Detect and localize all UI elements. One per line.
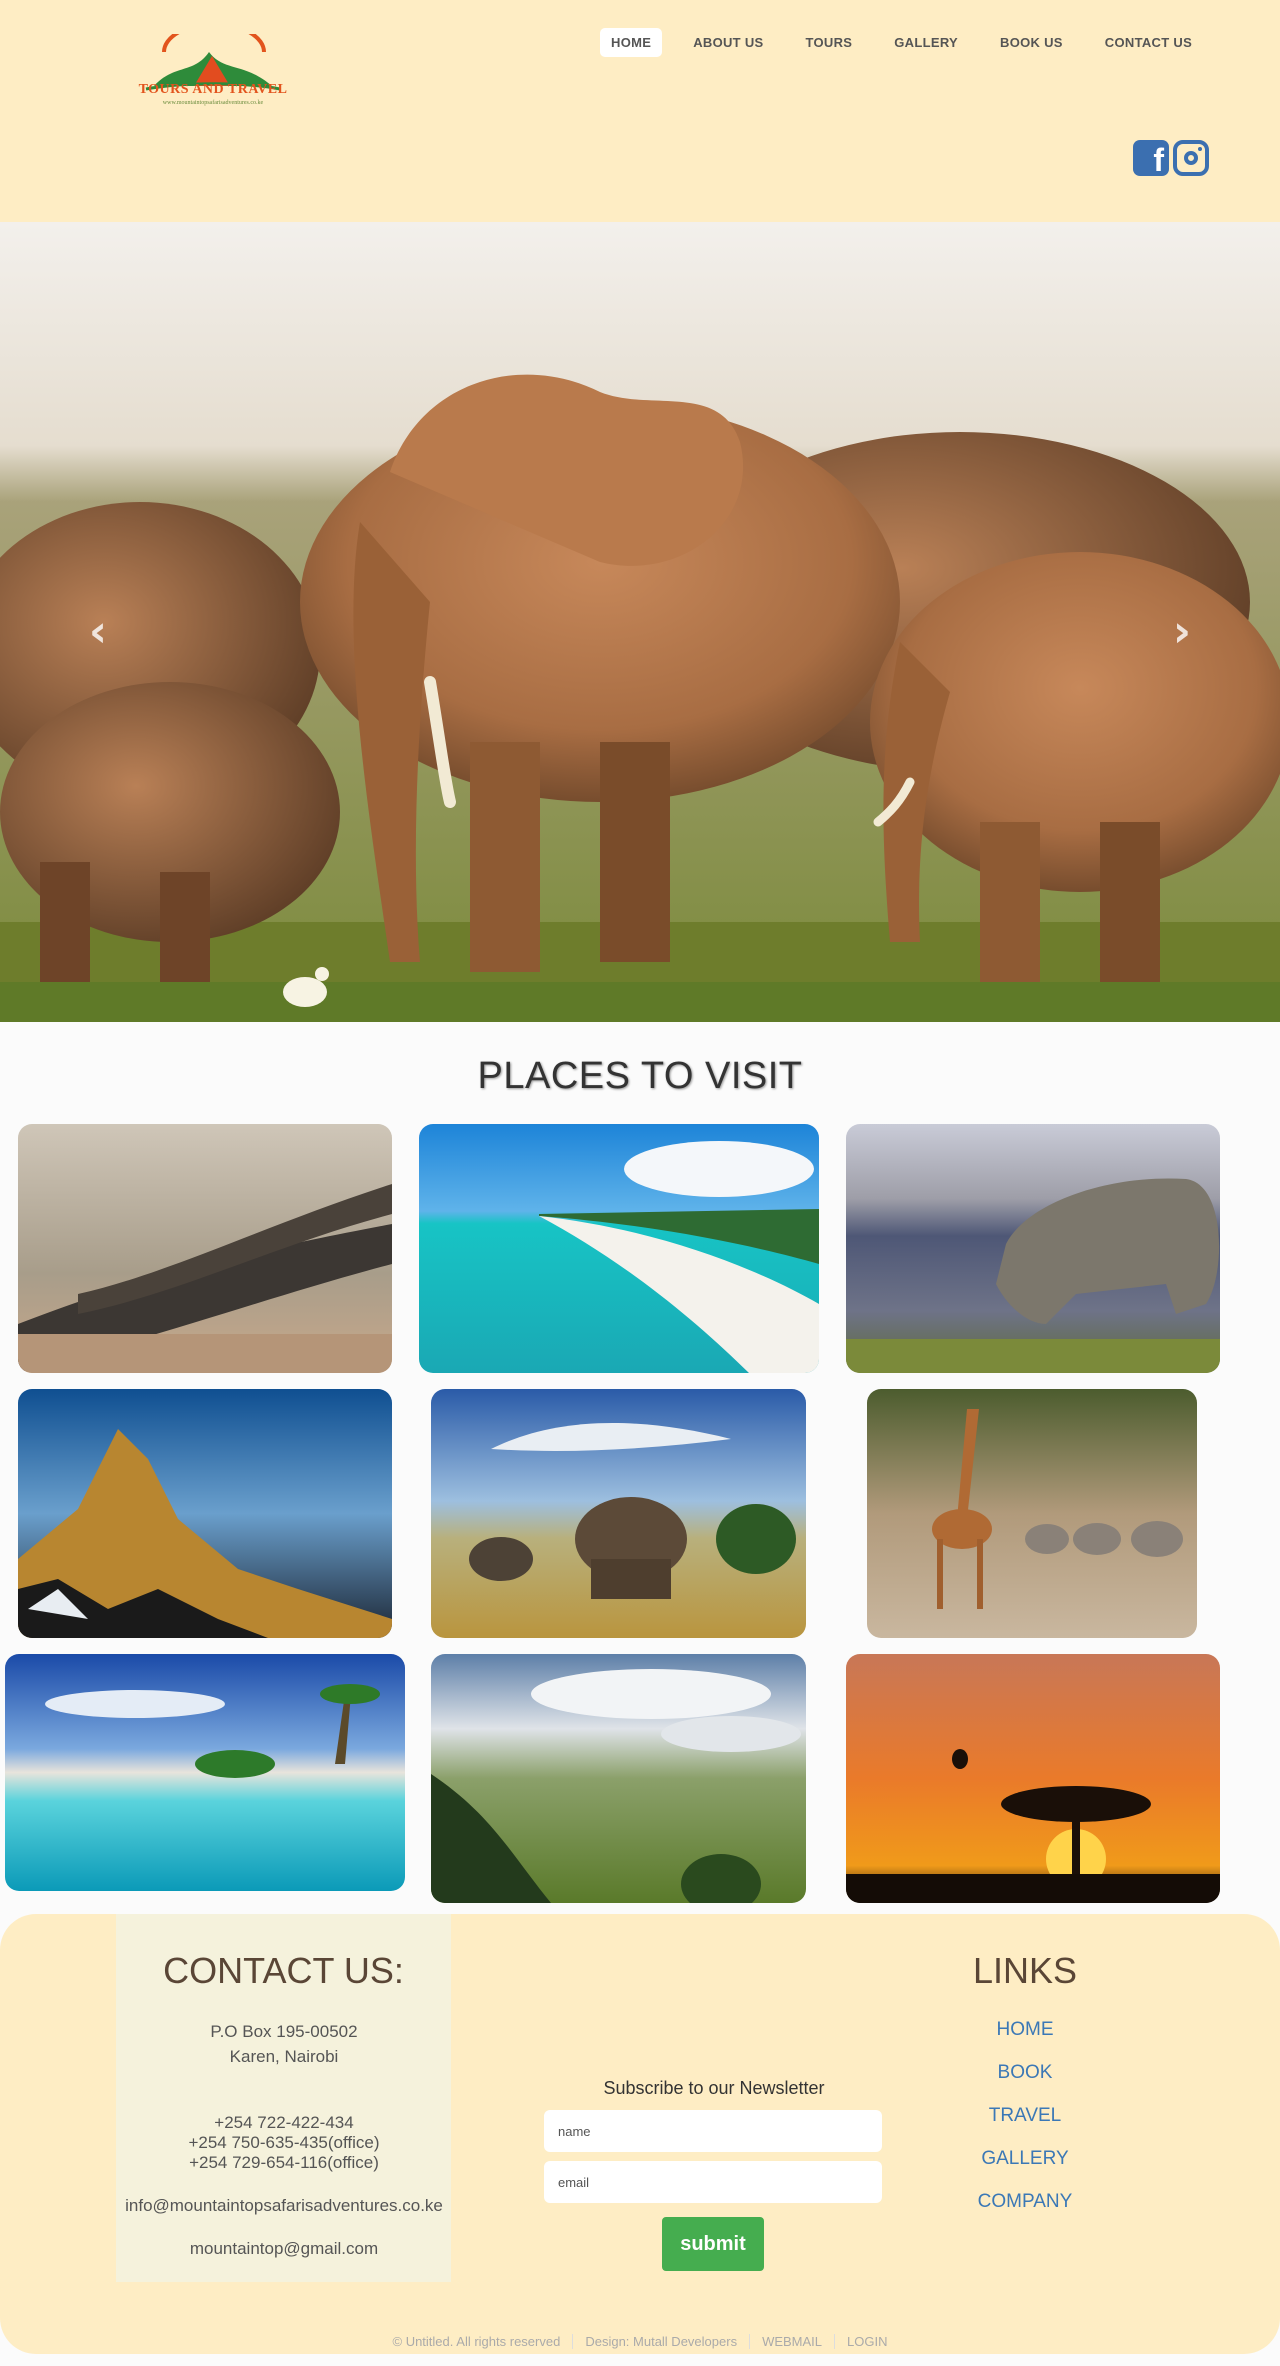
place-mount-kenya[interactable] [18, 1389, 392, 1638]
webmail-link[interactable]: WEBMAIL [749, 2334, 835, 2349]
place-lake-nakuru-rhino[interactable] [846, 1124, 1220, 1373]
places-title: PLACES TO VISIT [477, 1055, 803, 1097]
newsletter-title: Subscribe to our Newsletter [603, 2078, 825, 2098]
phone-1: +254 722-422-434 [214, 2113, 354, 2132]
place-wildebeest-migration[interactable] [18, 1124, 392, 1373]
links-title: LINKS [972, 1950, 1078, 1991]
site-footer: CONTACT US: P.O Box 195-00502 Karen, Nai… [0, 1914, 1280, 2354]
footer-link-gallery[interactable]: GALLERY [920, 2148, 1130, 2170]
nav-gallery[interactable]: GALLERY [883, 28, 969, 57]
nav-book-us[interactable]: BOOK US [989, 28, 1074, 57]
email-gmail[interactable]: mountaintop@gmail.com [100, 2239, 468, 2259]
hero-slider: ‹ › [0, 222, 1280, 1022]
login-link[interactable]: LOGIN [834, 2334, 900, 2349]
place-ngorongoro-crater[interactable] [431, 1654, 806, 1903]
newsletter-email-input[interactable] [544, 2161, 882, 2203]
bottom-bar: © Untitled. All rights reserved Design: M… [0, 2334, 1280, 2349]
copyright-text: © Untitled. All rights reserved [392, 2334, 561, 2349]
phone-2: +254 750-635-435(office) [188, 2133, 380, 2152]
footer-link-home[interactable]: HOME [920, 2019, 1130, 2041]
phone-3: +254 729-654-116(office) [189, 2153, 379, 2172]
email-info[interactable]: info@mountaintopsafarisadventures.co.ke [100, 2196, 468, 2216]
site-logo[interactable]: TOURS AND TRAVEL www.mountaintopsafarisa… [134, 22, 290, 124]
address-line-1: P.O Box 195-00502 [210, 2022, 358, 2041]
site-header: TOURS AND TRAVEL www.mountaintopsafarisa… [0, 0, 1280, 222]
design-credit[interactable]: Design: Mutall Developers [572, 2334, 750, 2349]
main-nav: HOME ABOUT US TOURS GALLERY BOOK US CONT… [600, 28, 1223, 57]
place-amboseli-elephants[interactable] [431, 1389, 806, 1638]
nav-tours[interactable]: TOURS [795, 28, 864, 57]
social-links: f [1133, 140, 1209, 178]
address-line-2: Karen, Nairobi [229, 2047, 339, 2066]
place-samburu-giraffe[interactable] [867, 1389, 1197, 1638]
nav-about-us[interactable]: ABOUT US [682, 28, 774, 57]
footer-link-travel[interactable]: TRAVEL [920, 2105, 1130, 2127]
contact-title: CONTACT US: [163, 1950, 404, 1991]
footer-link-book[interactable]: BOOK [920, 2062, 1130, 2084]
place-tropical-beach[interactable] [5, 1654, 405, 1891]
elephant-herd-image [0, 222, 1280, 1022]
nav-contact-us[interactable]: CONTACT US [1094, 28, 1203, 57]
prev-slide-arrow[interactable]: ‹ [78, 602, 118, 662]
next-slide-arrow[interactable]: › [1162, 602, 1202, 662]
place-masai-mara-sunset[interactable] [846, 1654, 1220, 1903]
instagram-icon[interactable] [1173, 140, 1209, 176]
logo-subtitle: TOURS AND TRAVEL [138, 82, 288, 97]
place-diani-beach[interactable] [419, 1124, 819, 1373]
nav-home[interactable]: HOME [600, 28, 663, 57]
logo-tagline: www.mountaintopsafarisadventures.co.ke [162, 100, 264, 106]
facebook-icon[interactable]: f [1133, 140, 1169, 178]
newsletter-name-input[interactable] [544, 2110, 882, 2152]
footer-link-company[interactable]: COMPANY [920, 2191, 1130, 2213]
submit-button[interactable]: submit [662, 2217, 764, 2271]
